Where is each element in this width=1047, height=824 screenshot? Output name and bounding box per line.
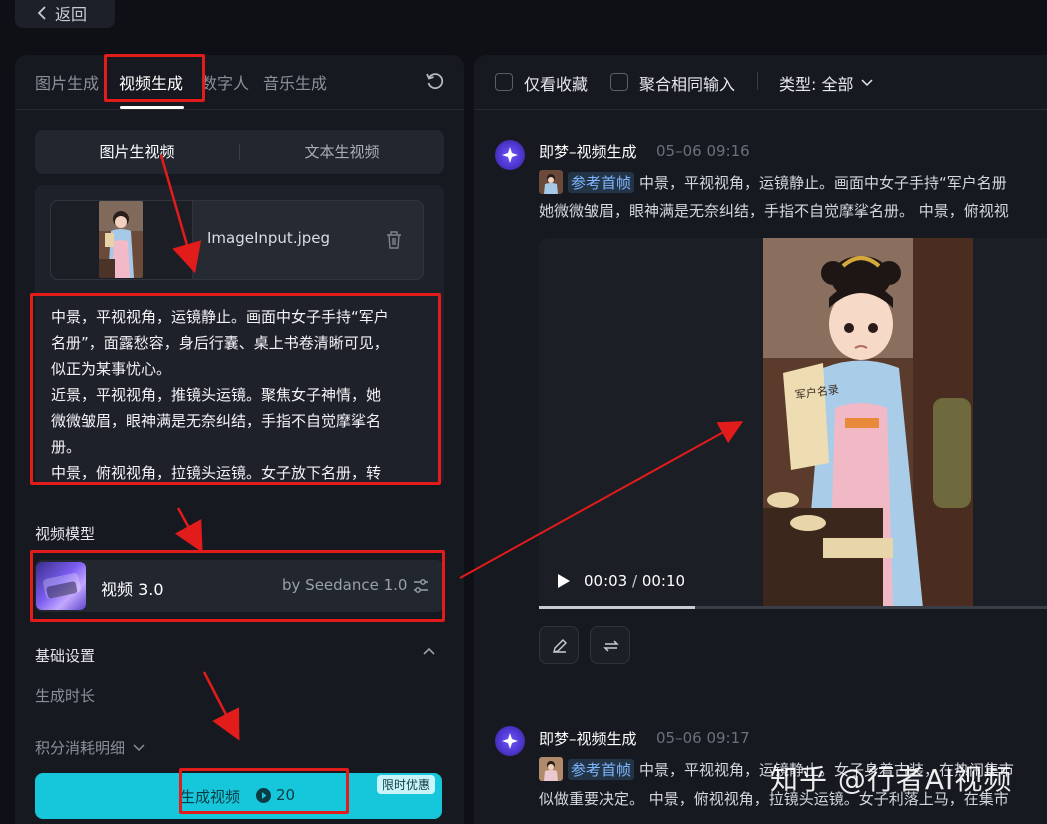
app-root: 返回 图片生成 视频生成 数字人 音乐生成 图片生视频 文本生视频 ImageI… xyxy=(0,0,1047,824)
watermark: 知乎 @行者AI视频 xyxy=(770,763,1013,796)
annotation-arrows xyxy=(159,154,744,741)
